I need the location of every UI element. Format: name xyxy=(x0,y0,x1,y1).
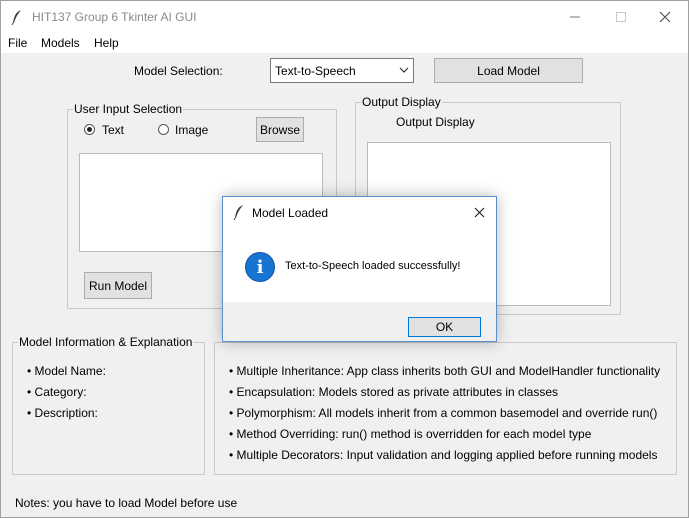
feather-app-icon xyxy=(11,10,21,25)
model-info-group-title: Model Information & Explanation xyxy=(18,335,194,349)
dialog-close-button[interactable] xyxy=(463,197,496,228)
chevron-down-icon xyxy=(399,67,409,73)
oop-item: • Multiple Inheritance: App class inheri… xyxy=(229,364,661,378)
oop-item: • Encapsulation: Models stored as privat… xyxy=(229,385,559,399)
maximize-button[interactable] xyxy=(598,1,644,32)
menu-bar: File Models Help xyxy=(1,32,688,53)
minimize-button[interactable] xyxy=(552,1,598,32)
model-select-combobox[interactable]: Text-to-Speech xyxy=(270,58,414,83)
model-selection-label: Model Selection: xyxy=(134,64,223,78)
feather-app-icon xyxy=(233,205,243,220)
close-button[interactable] xyxy=(642,1,688,32)
radio-text[interactable] xyxy=(84,124,95,135)
model-category-label: • Category: xyxy=(27,385,87,399)
output-display-label: Output Display xyxy=(396,115,475,129)
radio-text-label: Text xyxy=(102,123,125,137)
info-icon: i xyxy=(245,252,275,282)
dialog-body: i Text-to-Speech loaded successfully! xyxy=(223,228,496,302)
dialog-message: Text-to-Speech loaded successfully! xyxy=(285,260,461,272)
model-loaded-dialog: Model Loaded i Text-to-Speech loaded suc… xyxy=(222,196,497,342)
oop-item: • Multiple Decorators: Input validation … xyxy=(229,448,658,462)
menu-file[interactable]: File xyxy=(8,36,27,50)
maximize-icon xyxy=(616,11,626,22)
dialog-title-bar: Model Loaded xyxy=(223,197,496,228)
ok-button[interactable]: OK xyxy=(408,317,481,337)
ok-button-label: OK xyxy=(435,320,454,334)
close-icon xyxy=(474,207,485,218)
minimize-icon xyxy=(570,16,580,17)
model-select-value: Text-to-Speech xyxy=(275,64,356,78)
user-input-group-title: User Input Selection xyxy=(73,102,184,116)
oop-item: • Method Overriding: run() method is ove… xyxy=(229,427,592,441)
title-bar: HIT137 Group 6 Tkinter AI GUI xyxy=(1,1,688,32)
window-title: HIT137 Group 6 Tkinter AI GUI xyxy=(32,10,197,24)
model-description-label: • Description: xyxy=(27,406,98,420)
model-name-label: • Model Name: xyxy=(27,364,106,378)
run-model-button[interactable]: Run Model xyxy=(84,272,152,299)
menu-models[interactable]: Models xyxy=(41,36,80,50)
browse-button[interactable]: Browse xyxy=(256,117,304,142)
menu-help[interactable]: Help xyxy=(94,36,119,50)
close-icon xyxy=(659,11,671,22)
radio-image[interactable] xyxy=(158,124,169,135)
notes-text: Notes: you have to load Model before use xyxy=(15,496,238,510)
dialog-title: Model Loaded xyxy=(252,206,329,220)
radio-image-label: Image xyxy=(175,123,209,137)
oop-item: • Polymorphism: All models inherit from … xyxy=(229,406,658,420)
load-model-button[interactable]: Load Model xyxy=(434,58,583,83)
output-display-group-title: Output Display xyxy=(361,95,442,109)
